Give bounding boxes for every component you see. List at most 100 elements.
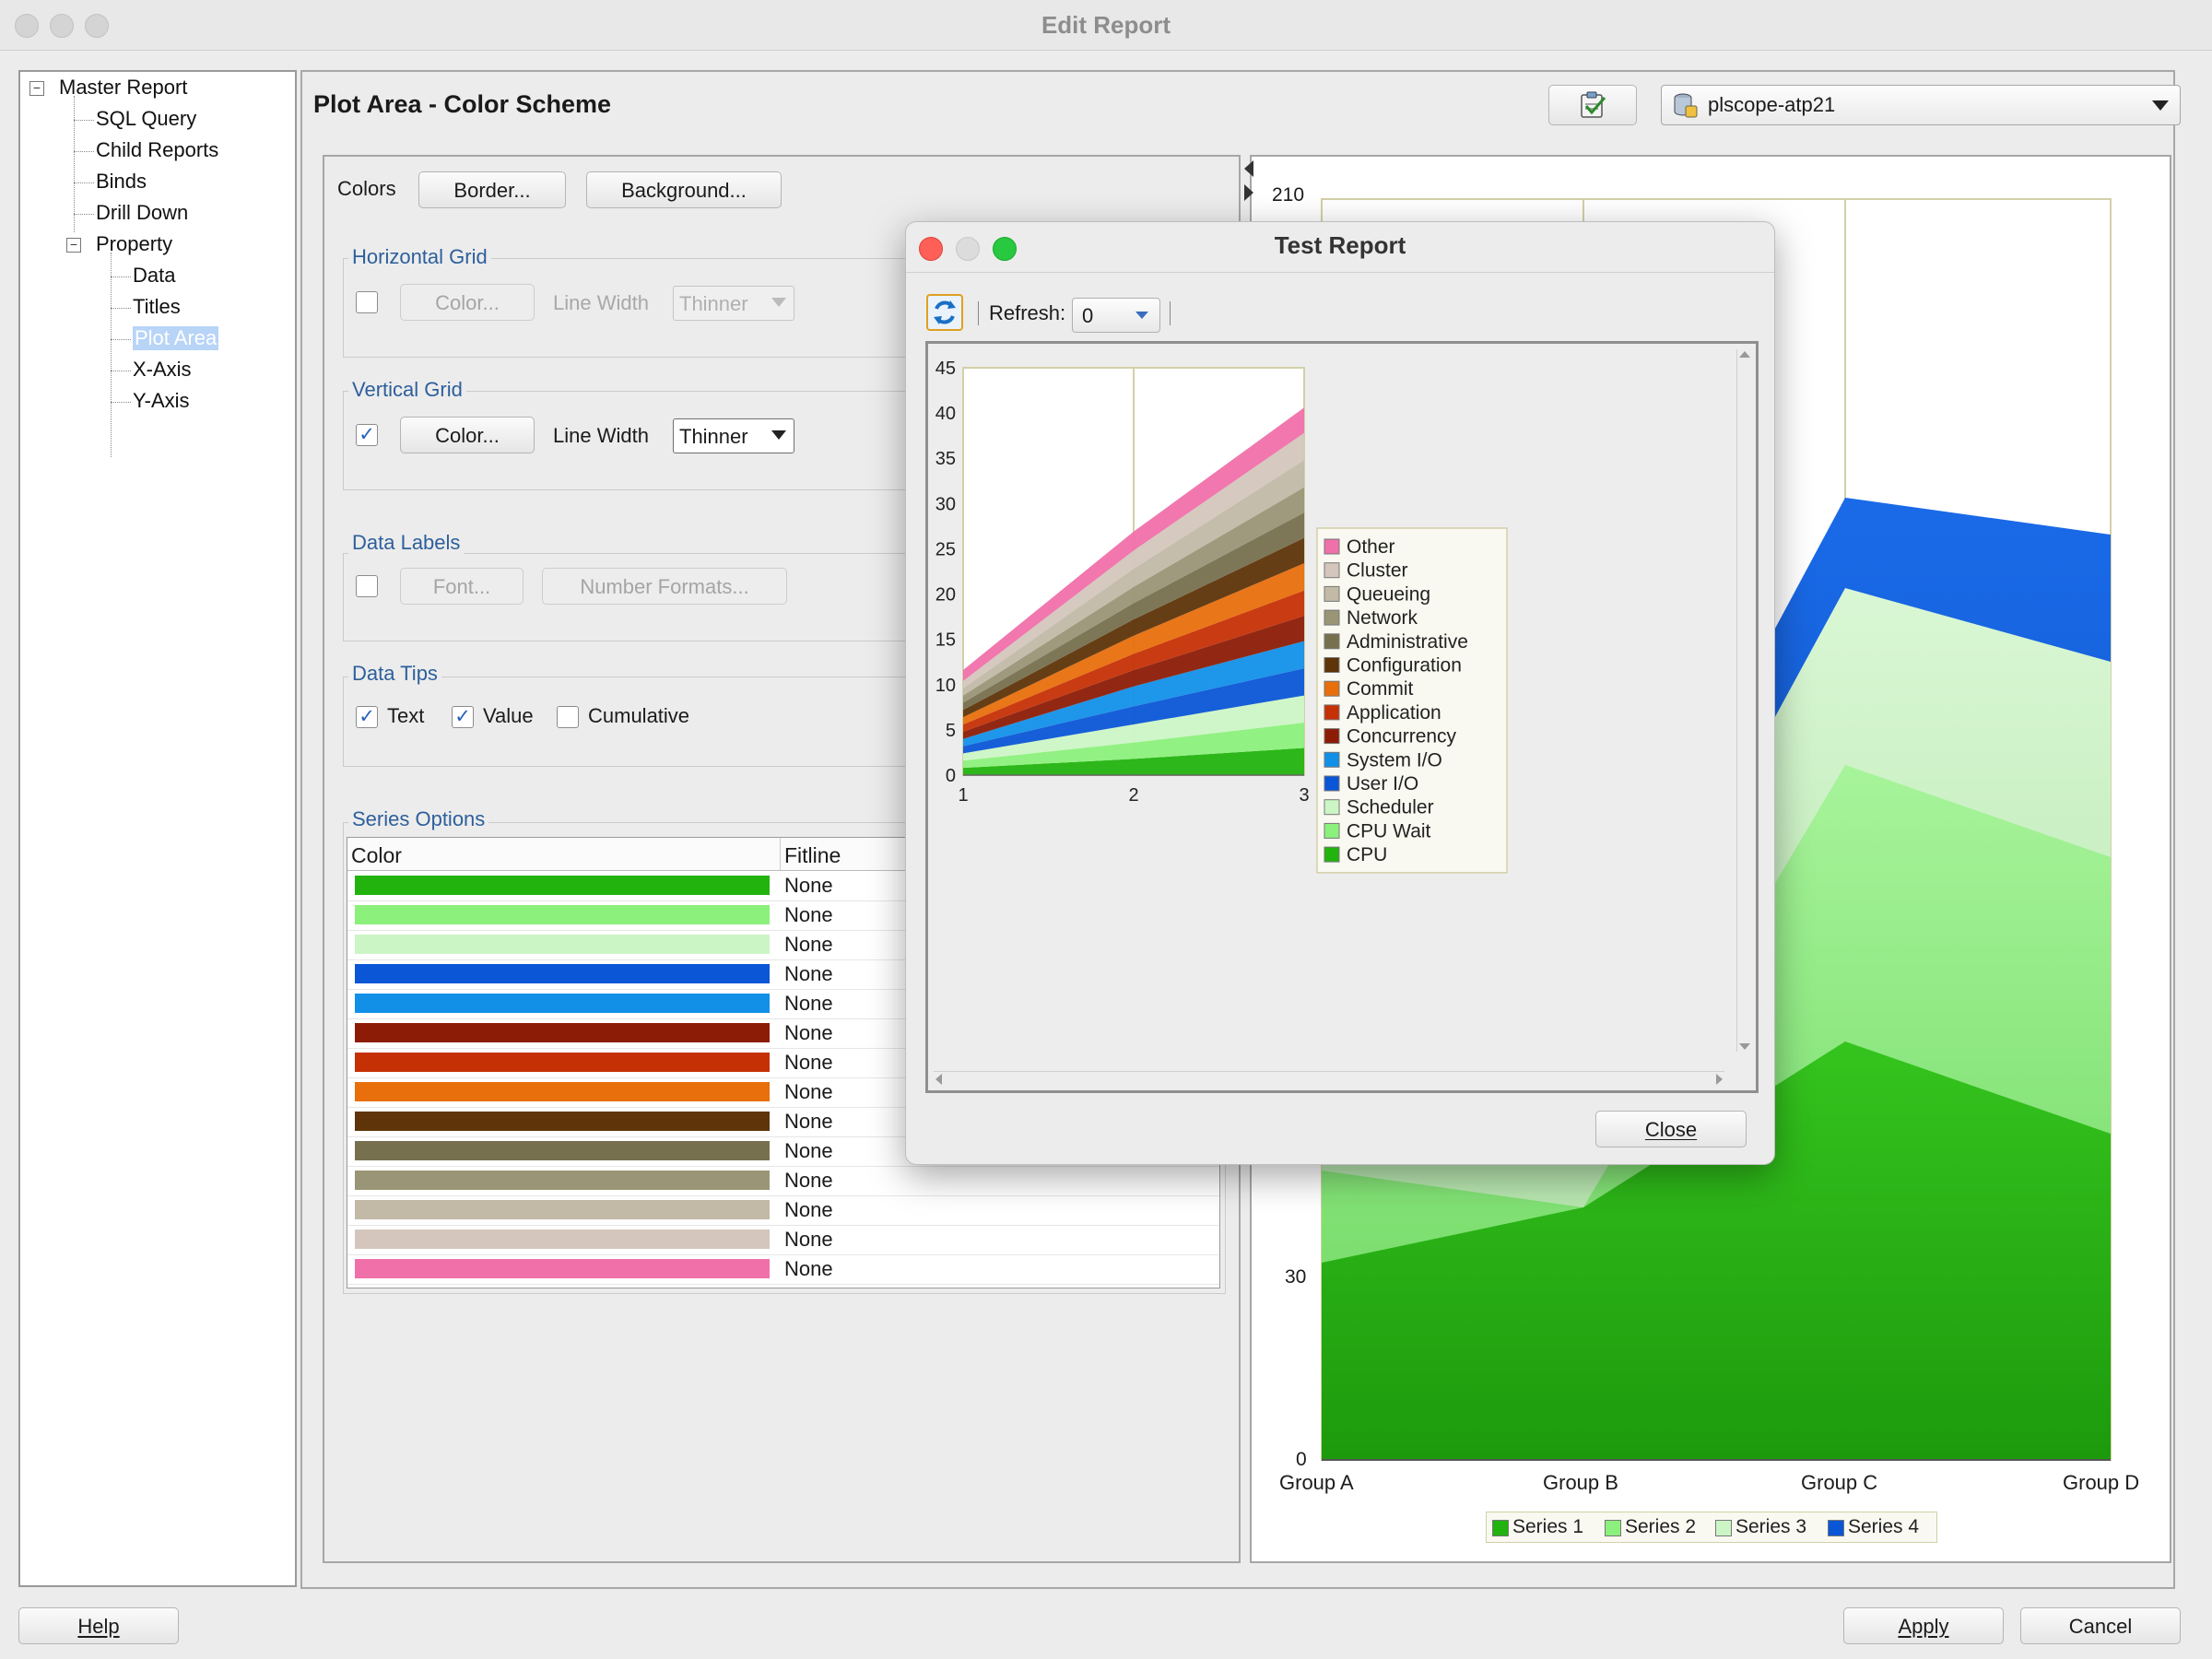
- legend-item: Scheduler: [1347, 797, 1434, 818]
- help-button[interactable]: Help: [18, 1607, 179, 1644]
- series-color-swatch[interactable]: [355, 935, 770, 954]
- series-fitline-value[interactable]: None: [784, 962, 833, 986]
- legend-swatch: [1324, 538, 1340, 555]
- horizontal-grid-checkbox[interactable]: [356, 291, 378, 313]
- series-fitline-value[interactable]: None: [784, 1051, 833, 1075]
- dialog-close-button[interactable]: Close: [1595, 1111, 1747, 1147]
- legend-swatch: [1324, 633, 1340, 650]
- preview-y-tick-label: 210: [1272, 184, 1305, 206]
- data-tips-cumulative-label: Cumulative: [588, 704, 690, 727]
- series-color-swatch[interactable]: [355, 1230, 770, 1249]
- tree-item-data[interactable]: Data: [133, 264, 175, 288]
- series-fitline-value[interactable]: None: [784, 933, 833, 957]
- chevron-down-icon: [771, 298, 786, 307]
- table-row[interactable]: None: [347, 1225, 1219, 1255]
- series-color-swatch[interactable]: [355, 1171, 770, 1190]
- scroll-up-icon[interactable]: [1739, 351, 1750, 358]
- series-color-swatch[interactable]: [355, 1141, 770, 1160]
- scroll-left-icon[interactable]: [935, 1074, 942, 1085]
- cancel-button[interactable]: Cancel: [2020, 1607, 2181, 1644]
- horizontal-grid-color-button[interactable]: Color...: [400, 284, 535, 321]
- series-fitline-value[interactable]: None: [784, 1198, 833, 1222]
- connection-select[interactable]: plscope-atp21: [1661, 85, 2181, 125]
- series-color-swatch[interactable]: [355, 1082, 770, 1101]
- apply-button[interactable]: Apply: [1843, 1607, 2004, 1644]
- data-labels-checkbox[interactable]: [356, 575, 378, 597]
- series-color-swatch[interactable]: [355, 1023, 770, 1042]
- series-color-swatch[interactable]: [355, 1200, 770, 1219]
- data-tips-cumulative-checkbox[interactable]: [557, 706, 579, 728]
- series-color-swatch[interactable]: [355, 1112, 770, 1131]
- series-fitline-value[interactable]: None: [784, 992, 833, 1016]
- vertical-grid-color-button[interactable]: Color...: [400, 417, 535, 453]
- database-icon: [1674, 93, 1698, 118]
- series-fitline-value[interactable]: None: [784, 1110, 833, 1134]
- horizontal-grid-line-width-value: Thinner: [679, 292, 748, 315]
- refresh-interval-select[interactable]: 0: [1072, 298, 1160, 333]
- series-color-swatch[interactable]: [355, 1259, 770, 1278]
- series-fitline-value[interactable]: None: [784, 1228, 833, 1252]
- series-fitline-value[interactable]: None: [784, 1139, 833, 1163]
- background-button[interactable]: Background...: [586, 171, 782, 208]
- horizontal-grid-line-width-select[interactable]: Thinner: [673, 286, 794, 321]
- series-fitline-value[interactable]: None: [784, 1257, 833, 1281]
- x-tick-label: 1: [958, 785, 968, 806]
- data-labels-font-button[interactable]: Font...: [400, 568, 524, 605]
- series-color-swatch[interactable]: [355, 994, 770, 1013]
- tree-item-drill-down[interactable]: Drill Down: [96, 201, 188, 225]
- series-options-title: Series Options: [348, 807, 489, 831]
- table-row[interactable]: None: [347, 1254, 1219, 1285]
- scroll-down-icon[interactable]: [1739, 1043, 1750, 1050]
- vertical-grid-checkbox[interactable]: ✓: [356, 424, 378, 446]
- series-fitline-value[interactable]: None: [784, 1169, 833, 1193]
- legend-swatch: [1605, 1520, 1621, 1536]
- scroll-right-icon[interactable]: [1716, 1074, 1723, 1085]
- y-tick-label: 25: [935, 539, 956, 559]
- x-tick-label: 2: [1128, 785, 1138, 806]
- legend-swatch: [1324, 609, 1340, 626]
- tree-item-binds[interactable]: Binds: [96, 170, 147, 194]
- y-tick-label: 45: [935, 359, 956, 379]
- series-color-swatch[interactable]: [355, 1053, 770, 1072]
- collapse-master-report-icon[interactable]: −: [29, 81, 44, 96]
- chevron-down-icon: [1135, 312, 1148, 319]
- legend-swatch: [1324, 657, 1340, 673]
- y-tick-label: 5: [946, 721, 956, 741]
- table-row[interactable]: None: [347, 1166, 1219, 1196]
- table-row[interactable]: None: [347, 1195, 1219, 1226]
- color-column-header[interactable]: Color: [347, 838, 781, 871]
- tree-item-property[interactable]: Property: [96, 232, 172, 256]
- data-tips-value-checkbox[interactable]: ✓: [452, 706, 474, 728]
- number-formats-button[interactable]: Number Formats...: [542, 568, 787, 605]
- tree-item-titles[interactable]: Titles: [133, 295, 181, 319]
- tree-item-x-axis[interactable]: X-Axis: [133, 358, 192, 382]
- tree-item-plot-area[interactable]: Plot Area: [133, 326, 219, 350]
- vertical-grid-line-width-select[interactable]: Thinner: [673, 418, 794, 453]
- preview-x-label: Group D: [2063, 1471, 2140, 1494]
- legend-item: Network: [1347, 607, 1418, 629]
- series-fitline-value[interactable]: None: [784, 903, 833, 927]
- tree-item-master-report[interactable]: Master Report: [59, 76, 187, 100]
- window-title-bar: Edit Report: [0, 0, 2212, 51]
- tree-item-sql-query[interactable]: SQL Query: [96, 107, 196, 131]
- data-tips-title: Data Tips: [348, 662, 441, 686]
- test-report-button[interactable]: [1548, 85, 1637, 125]
- legend-swatch: [1324, 562, 1340, 579]
- series-fitline-value[interactable]: None: [784, 1021, 833, 1045]
- legend-item: Commit: [1347, 678, 1413, 700]
- tree-item-child-reports[interactable]: Child Reports: [96, 138, 218, 162]
- collapse-property-icon[interactable]: −: [66, 238, 81, 253]
- series-color-swatch[interactable]: [355, 876, 770, 895]
- series-fitline-value[interactable]: None: [784, 874, 833, 898]
- series-color-swatch[interactable]: [355, 964, 770, 983]
- vertical-scrollbar[interactable]: [1736, 349, 1750, 1052]
- series-color-swatch[interactable]: [355, 905, 770, 924]
- data-tips-text-checkbox[interactable]: ✓: [356, 706, 378, 728]
- refresh-button[interactable]: [926, 294, 963, 331]
- series-fitline-value[interactable]: None: [784, 1080, 833, 1104]
- border-button[interactable]: Border...: [418, 171, 566, 208]
- legend-item: Other: [1347, 536, 1395, 558]
- y-tick-label: 20: [935, 585, 956, 606]
- tree-item-y-axis[interactable]: Y-Axis: [133, 389, 190, 413]
- horizontal-scrollbar[interactable]: [934, 1071, 1724, 1085]
